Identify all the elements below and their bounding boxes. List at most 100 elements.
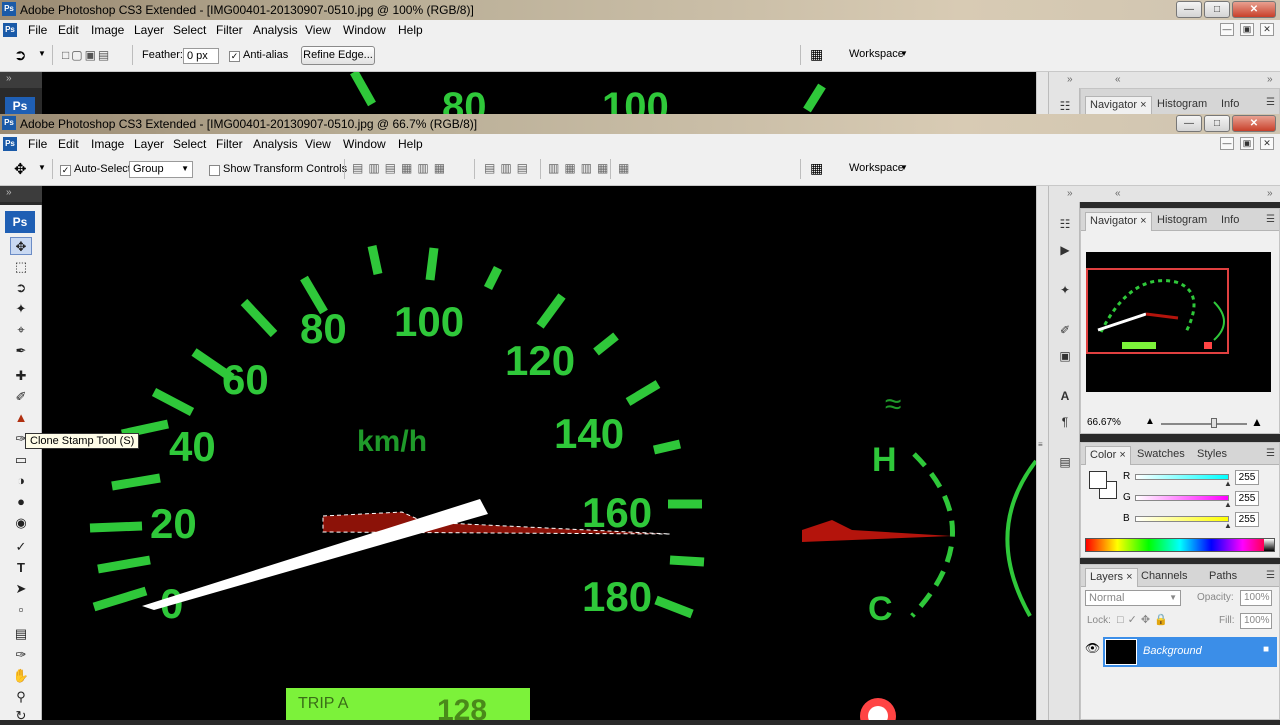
vertical-scrollbar[interactable]: ≡ (1036, 186, 1048, 720)
auto-select-dropdown[interactable]: Group ▼ (129, 161, 193, 178)
history-icon[interactable]: ☷ (1056, 216, 1074, 232)
slice-tool-icon[interactable]: ✒ (10, 342, 32, 360)
menu-select[interactable]: Select (173, 137, 206, 151)
tab-info[interactable]: Info (1217, 96, 1243, 115)
type-tool-icon[interactable]: T (10, 559, 32, 577)
close-button[interactable]: ✕ (1232, 1, 1276, 18)
distribute-vertical-icons[interactable]: ▤▥▤ (484, 161, 533, 175)
panel-menu-icon[interactable]: ☰ (1266, 97, 1275, 108)
color-channel-value[interactable]: 255 (1235, 491, 1259, 506)
color-channel-slider[interactable] (1135, 495, 1229, 501)
paint-bucket-tool-icon[interactable]: ◑ (10, 472, 32, 490)
menu-edit[interactable]: Edit (58, 23, 79, 37)
chevron-down-icon[interactable]: ▼ (38, 163, 46, 172)
feather-input[interactable]: 0 px (183, 48, 219, 64)
path-selection-tool-icon[interactable]: ➤ (10, 580, 32, 598)
panel-menu-icon[interactable]: ☰ (1266, 448, 1275, 459)
tab-color[interactable]: Color × (1085, 446, 1131, 465)
doc-close-button[interactable]: ✕ (1260, 137, 1274, 150)
tab-navigator[interactable]: Navigator × (1085, 96, 1152, 115)
selection-mode-icons[interactable]: □▢▣▤ (62, 48, 111, 62)
doc-restore-button[interactable]: ▣ (1240, 23, 1254, 36)
opacity-input[interactable]: 100% (1240, 590, 1272, 606)
panel-menu-icon[interactable]: ☰ (1266, 570, 1275, 581)
lasso-tool-icon[interactable]: ➲ (10, 279, 32, 297)
menu-window[interactable]: Window (343, 23, 386, 37)
lock-icons[interactable]: □✓✥🔒 (1117, 613, 1172, 626)
swap-colors-icon[interactable]: ↻ (10, 707, 32, 725)
menu-filter[interactable]: Filter (216, 137, 243, 151)
maximize-button[interactable]: □ (1204, 115, 1230, 132)
color-channel-slider[interactable] (1135, 474, 1229, 480)
menu-analysis[interactable]: Analysis (253, 137, 298, 151)
eraser-tool-icon[interactable]: ▭ (10, 451, 32, 469)
tab-swatches[interactable]: Swatches (1133, 446, 1189, 465)
menu-file[interactable]: File (28, 137, 47, 151)
auto-select-checkbox[interactable]: ✓ (60, 163, 71, 177)
doc-minimize-button[interactable]: — (1220, 137, 1234, 150)
navigator-zoom-value[interactable]: 66.67% (1087, 417, 1121, 428)
layer-comps-icon[interactable]: ▤ (1056, 454, 1074, 470)
tab-channels[interactable]: Channels (1137, 568, 1191, 587)
chevron-down-icon[interactable]: ▼ (38, 49, 46, 58)
workspace-menu[interactable]: Workspace (849, 162, 904, 174)
tool-presets-icon[interactable]: ✦ (1056, 282, 1074, 298)
foreground-color-swatch[interactable] (1089, 471, 1107, 489)
toolbox-collapse-strip[interactable]: » (0, 186, 42, 202)
layer-row-background[interactable]: Background ■ (1103, 637, 1277, 667)
clone-stamp-tool-icon[interactable]: ▲ (10, 409, 32, 427)
zoom-out-icon[interactable]: ▲ (1145, 416, 1155, 427)
chevron-down-icon[interactable]: ▼ (900, 49, 908, 58)
bridge-icon[interactable]: ▦ (810, 160, 823, 177)
slider-thumb-icon[interactable]: ▲ (1224, 521, 1232, 530)
menu-help[interactable]: Help (398, 137, 423, 151)
marquee-tool-icon[interactable]: ⬚ (10, 258, 32, 276)
magic-wand-tool-icon[interactable]: ✦ (10, 300, 32, 318)
color-channel-slider[interactable] (1135, 516, 1229, 522)
tab-layers[interactable]: Layers × (1085, 568, 1138, 587)
back-document-canvas[interactable]: 80 100 (42, 72, 1036, 114)
refine-edge-button[interactable]: Refine Edge... (301, 46, 375, 65)
doc-minimize-button[interactable]: — (1220, 23, 1234, 36)
menu-layer[interactable]: Layer (134, 23, 164, 37)
bridge-icon[interactable]: ▦ (810, 46, 823, 63)
maximize-button[interactable]: □ (1204, 1, 1230, 18)
antialias-checkbox[interactable]: ✓ (229, 49, 240, 63)
paragraph-icon[interactable]: ¶ (1056, 414, 1074, 430)
tab-histogram[interactable]: Histogram (1153, 96, 1211, 115)
color-ramp[interactable] (1085, 538, 1275, 552)
close-icon[interactable]: × (1126, 571, 1132, 583)
hand-tool-icon[interactable]: ✋ (10, 667, 32, 685)
notes-tool-icon[interactable]: ▤ (10, 625, 32, 643)
ps-logo[interactable]: Ps (5, 211, 35, 233)
panel-menu-icon[interactable]: ☰ (1266, 214, 1275, 225)
eye-icon[interactable]: 👁 (1085, 641, 1100, 655)
auto-align-icon[interactable]: ▦ (618, 161, 629, 175)
menu-file[interactable]: File (28, 23, 47, 37)
tab-info[interactable]: Info (1217, 212, 1243, 231)
close-icon[interactable]: × (1119, 449, 1125, 461)
tab-paths[interactable]: Paths (1205, 568, 1241, 587)
menu-layer[interactable]: Layer (134, 137, 164, 151)
rectangle-tool-icon[interactable]: ▫ (10, 601, 32, 619)
menu-edit[interactable]: Edit (58, 137, 79, 151)
document-canvas[interactable]: 0 20 40 60 80 100 120 140 160 180 km/h ≈… (42, 186, 1036, 720)
back-window-titlebar[interactable]: Ps Adobe Photoshop CS3 Extended - [IMG00… (0, 0, 1280, 20)
zoom-tool-icon[interactable]: ⚲ (10, 688, 32, 706)
doc-close-button[interactable]: ✕ (1260, 23, 1274, 36)
color-channel-value[interactable]: 255 (1235, 512, 1259, 527)
move-tool-icon[interactable]: ✥ (10, 237, 32, 255)
menu-image[interactable]: Image (91, 23, 124, 37)
document-icon[interactable]: Ps (3, 23, 17, 37)
brushes-icon[interactable]: ✐ (1056, 322, 1074, 338)
minimize-button[interactable]: — (1176, 1, 1202, 18)
tab-navigator[interactable]: Navigator × (1085, 212, 1152, 231)
menu-view[interactable]: View (305, 137, 331, 151)
blend-mode-dropdown[interactable]: Normal ▼ (1085, 590, 1181, 606)
doc-restore-button[interactable]: ▣ (1240, 137, 1254, 150)
move-tool-icon[interactable]: ✥ (14, 160, 27, 178)
slider-thumb-icon[interactable]: ▲ (1224, 500, 1232, 509)
character-icon[interactable]: A (1056, 388, 1074, 404)
fill-input[interactable]: 100% (1240, 613, 1272, 629)
tab-histogram[interactable]: Histogram (1153, 212, 1211, 231)
